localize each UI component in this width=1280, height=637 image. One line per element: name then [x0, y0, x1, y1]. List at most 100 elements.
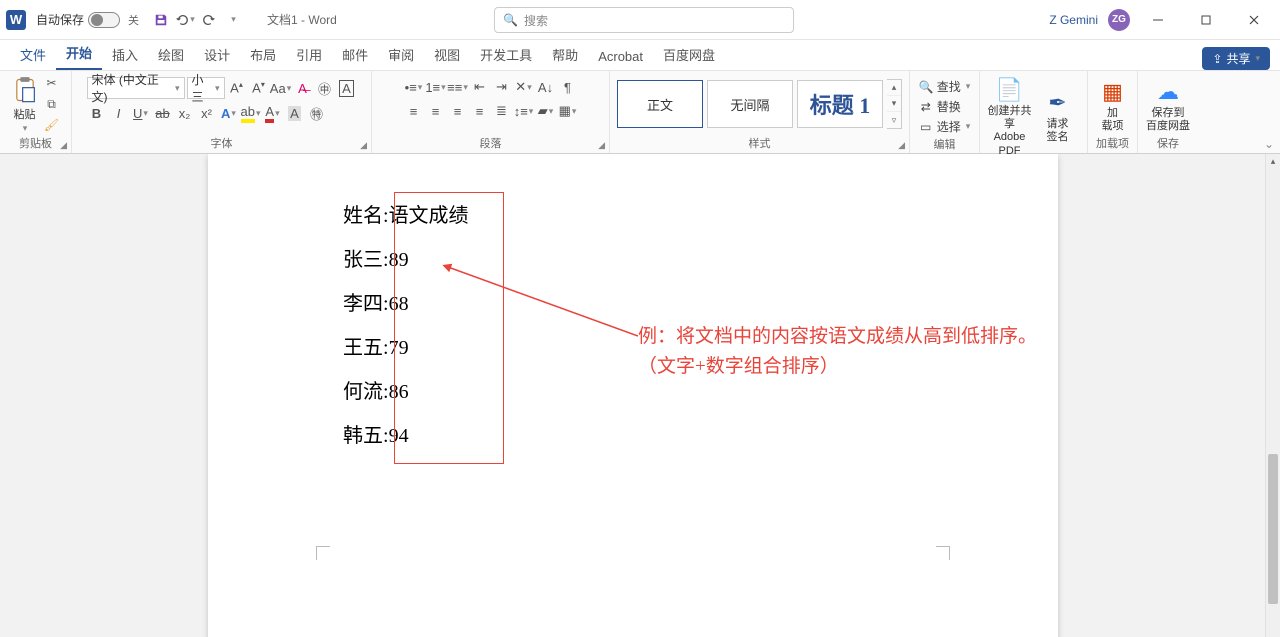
- account-name[interactable]: Z Gemini: [1049, 13, 1098, 27]
- tab-help[interactable]: 帮助: [542, 40, 588, 70]
- window-minimize-button[interactable]: [1138, 5, 1178, 35]
- increase-indent-button[interactable]: ⇥: [492, 77, 512, 97]
- underline-button[interactable]: U▾: [131, 103, 151, 123]
- subscript-button[interactable]: x₂: [175, 103, 195, 123]
- shading-icon: A: [288, 106, 301, 121]
- tab-home[interactable]: 开始: [56, 38, 102, 70]
- qat-undo-button[interactable]: ▾: [175, 10, 195, 30]
- style-no-spacing[interactable]: 无间隔: [707, 80, 793, 128]
- format-painter-button[interactable]: 🖌: [43, 116, 61, 134]
- bold-button[interactable]: B: [87, 103, 107, 123]
- share-icon: ⇪: [1212, 52, 1222, 66]
- chevron-down-icon: ▾: [23, 123, 28, 134]
- tab-file[interactable]: 文件: [10, 40, 56, 70]
- style-normal[interactable]: 正文: [617, 80, 703, 128]
- text-effects-button[interactable]: A▾: [219, 103, 239, 123]
- char-shading-button[interactable]: A: [285, 103, 305, 123]
- font-launcher[interactable]: ◢: [360, 140, 367, 151]
- style-nospacing-label: 无间隔: [730, 95, 769, 114]
- clear-formatting-button[interactable]: A̶: [293, 78, 313, 98]
- font-color-button[interactable]: A▾: [263, 103, 283, 123]
- addins-label: 加 载项: [1102, 107, 1124, 133]
- addins-button[interactable]: ▦ 加 载项: [1091, 75, 1135, 133]
- sort-button[interactable]: A↓: [536, 77, 556, 97]
- font-size-combo[interactable]: 小三▾: [187, 77, 225, 99]
- tab-review[interactable]: 审阅: [378, 40, 424, 70]
- qat-redo-button[interactable]: [199, 10, 219, 30]
- align-left-button[interactable]: ≡: [404, 101, 424, 121]
- tab-baidu-disk[interactable]: 百度网盘: [653, 40, 725, 70]
- font-name-combo[interactable]: 宋体 (中文正文)▾: [87, 77, 185, 99]
- save-baidu-button[interactable]: ☁ 保存到 百度网盘: [1146, 75, 1190, 133]
- enclose-char-button[interactable]: ㊕: [307, 103, 327, 123]
- change-case-button[interactable]: Aa▾: [271, 78, 291, 98]
- tab-developer[interactable]: 开发工具: [470, 40, 542, 70]
- tab-draw[interactable]: 绘图: [148, 40, 194, 70]
- clipboard-launcher[interactable]: ◢: [60, 140, 67, 151]
- multilevel-button[interactable]: ≡≡▾: [448, 77, 468, 97]
- find-button[interactable]: 🔍查找▾: [917, 77, 973, 96]
- window-close-button[interactable]: [1234, 5, 1274, 35]
- italic-button[interactable]: I: [109, 103, 129, 123]
- qat-save-button[interactable]: [151, 10, 171, 30]
- collapse-ribbon-button[interactable]: ⌄: [1264, 137, 1274, 151]
- share-button[interactable]: ⇪ 共享 ▾: [1202, 47, 1270, 70]
- avatar[interactable]: ZG: [1108, 9, 1130, 31]
- superscript-button[interactable]: x²: [197, 103, 217, 123]
- paste-button[interactable]: 粘贴 ▾: [11, 75, 39, 134]
- window-maximize-button[interactable]: [1186, 5, 1226, 35]
- select-button[interactable]: ▭选择▾: [917, 117, 973, 136]
- scrollbar-thumb[interactable]: [1268, 454, 1278, 604]
- shrink-font-icon: A▾: [252, 80, 265, 95]
- styles-expand[interactable]: ▿: [887, 112, 901, 128]
- strikethrough-button[interactable]: ab: [153, 103, 173, 123]
- acrobat-create-share-button[interactable]: 📄 创建并共享 Adobe PDF: [988, 73, 1032, 158]
- line-spacing-button[interactable]: ↕≡▾: [514, 101, 534, 121]
- scroll-up-button[interactable]: ▴: [1266, 154, 1280, 168]
- tab-layout[interactable]: 布局: [240, 40, 286, 70]
- autosave-toggle[interactable]: [88, 12, 120, 28]
- decrease-indent-button[interactable]: ⇤: [470, 77, 490, 97]
- styles-scroll-up[interactable]: ▴: [887, 80, 901, 96]
- search-placeholder: 搜索: [524, 12, 548, 29]
- highlight-button[interactable]: ab▾: [241, 103, 261, 123]
- tab-view[interactable]: 视图: [424, 40, 470, 70]
- styles-scroll-down[interactable]: ▾: [887, 96, 901, 112]
- share-label: 共享: [1226, 50, 1250, 67]
- tab-acrobat[interactable]: Acrobat: [588, 44, 653, 70]
- vertical-scrollbar[interactable]: ▴: [1265, 154, 1280, 637]
- style-heading-1[interactable]: 标题 1: [797, 80, 883, 128]
- group-label-editing: 编辑: [934, 136, 956, 152]
- find-icon: 🔍: [919, 80, 933, 94]
- tab-insert[interactable]: 插入: [102, 40, 148, 70]
- bullets-button[interactable]: •≡▾: [404, 77, 424, 97]
- character-border-button[interactable]: A: [337, 78, 357, 98]
- tab-design[interactable]: 设计: [194, 40, 240, 70]
- cut-button[interactable]: ✂: [43, 74, 61, 92]
- phonetic-guide-button[interactable]: ㊥: [315, 78, 335, 98]
- shading-color-button[interactable]: ▰▾: [536, 101, 556, 121]
- copy-button[interactable]: ⧉: [43, 95, 61, 113]
- paragraph-launcher[interactable]: ◢: [598, 140, 605, 151]
- tab-mailings[interactable]: 邮件: [332, 40, 378, 70]
- distributed-button[interactable]: ≣: [492, 101, 512, 121]
- replace-button[interactable]: ⇄替换: [917, 97, 963, 116]
- numbering-button[interactable]: 1≡▾: [426, 77, 446, 97]
- font-size-value: 小三: [192, 71, 211, 105]
- document-page[interactable]: 姓名:语文成绩 张三:89 李四:68 王五:79 何流:86 韩五:94 例：…: [208, 154, 1058, 637]
- search-input[interactable]: 🔍 搜索: [494, 7, 794, 33]
- align-center-button[interactable]: ≡: [426, 101, 446, 121]
- align-right-button[interactable]: ≡: [448, 101, 468, 121]
- asian-layout-button[interactable]: ✕▾: [514, 77, 534, 97]
- group-label-clipboard: 剪贴板: [19, 135, 52, 151]
- clipboard-paste-icon: [11, 75, 39, 105]
- qat-customize-button[interactable]: ▾: [223, 10, 243, 30]
- borders-button[interactable]: ▦▾: [558, 101, 578, 121]
- tab-references[interactable]: 引用: [286, 40, 332, 70]
- justify-button[interactable]: ≡: [470, 101, 490, 121]
- acrobat-request-sign-button[interactable]: ✒ 请求 签名: [1036, 86, 1080, 144]
- styles-launcher[interactable]: ◢: [898, 140, 905, 151]
- grow-font-button[interactable]: A▴: [227, 78, 247, 98]
- shrink-font-button[interactable]: A▾: [249, 78, 269, 98]
- show-marks-button[interactable]: ¶: [558, 77, 578, 97]
